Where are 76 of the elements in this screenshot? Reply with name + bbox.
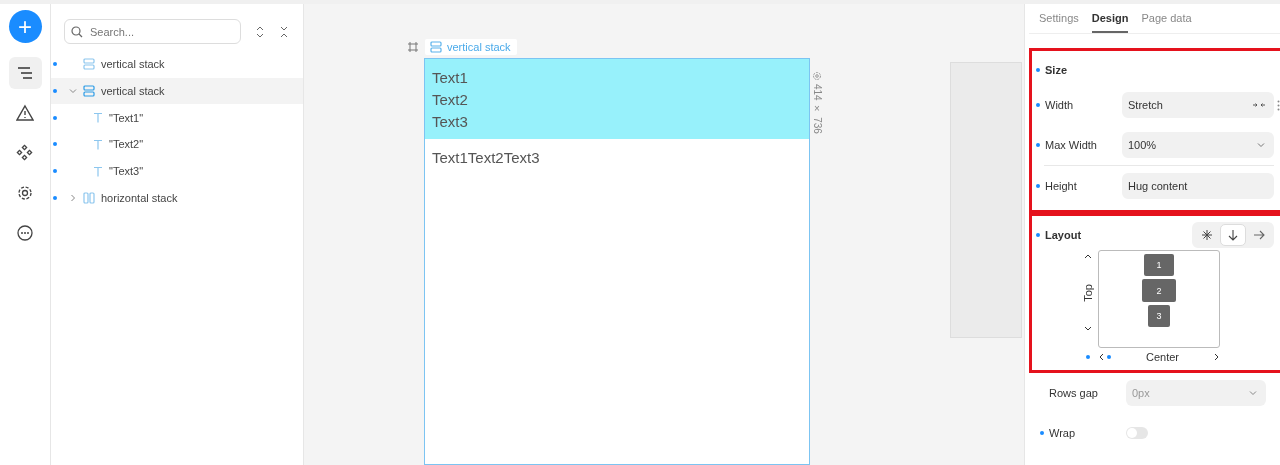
- section-title: Size: [1045, 64, 1067, 76]
- search-field[interactable]: Search...: [64, 19, 241, 44]
- section-title: Layout: [1045, 229, 1082, 241]
- text-element: Text2: [432, 90, 469, 110]
- stack-icon: [83, 58, 95, 71]
- text-icon: [93, 165, 103, 177]
- layers-icon[interactable]: [8, 57, 42, 89]
- text-element: Text1Text2Text3: [431, 148, 541, 168]
- layer-row[interactable]: "Text2": [51, 131, 303, 158]
- dot-icon: [1086, 355, 1090, 359]
- alignment-grid[interactable]: 1 2 3: [1098, 250, 1220, 348]
- layer-label: vertical stack: [101, 58, 165, 71]
- frame-icon: [408, 42, 418, 52]
- dot-icon: [1036, 233, 1040, 237]
- tab[interactable]: Settings: [1039, 12, 1079, 33]
- layout-item: 2: [1142, 279, 1176, 302]
- stretch-icon: [1253, 101, 1265, 109]
- tab[interactable]: Design: [1091, 12, 1129, 33]
- vertical-align-label: Top: [1082, 283, 1094, 302]
- select-field[interactable]: 100%: [1122, 132, 1274, 158]
- stack-icon: [83, 85, 95, 98]
- text-icon: [93, 112, 103, 124]
- layer-label: "Text1": [109, 111, 144, 124]
- caret-right-icon[interactable]: [1214, 353, 1220, 361]
- expand-all-icon[interactable]: [255, 25, 265, 38]
- search-icon: [71, 26, 83, 38]
- dot-icon: [1036, 103, 1040, 107]
- collapse-all-icon[interactable]: [279, 25, 289, 38]
- dot-icon: [1107, 355, 1111, 359]
- stack-icon: [430, 41, 442, 53]
- dot-icon: [53, 62, 57, 67]
- layer-row[interactable]: vertical stack: [51, 77, 303, 105]
- toggle-switch[interactable]: [1126, 427, 1148, 439]
- text-icon: [93, 138, 103, 150]
- dot-icon: [53, 142, 57, 147]
- text-element: Text3: [432, 112, 469, 132]
- layer-label: "Text3": [109, 165, 144, 178]
- input-field[interactable]: Stretch: [1122, 92, 1274, 118]
- caret-left-icon[interactable]: [1098, 353, 1104, 361]
- property-label: Width: [1045, 99, 1075, 111]
- property-label: Height: [1045, 180, 1078, 192]
- layer-row[interactable]: "Text3": [51, 157, 303, 185]
- gear-icon: [812, 71, 822, 81]
- caret-down-icon[interactable]: [1084, 326, 1092, 333]
- dot-icon: [1036, 143, 1040, 147]
- layer-label: horizontal stack: [101, 191, 178, 204]
- dot-icon: [1040, 431, 1044, 435]
- kebab-icon[interactable]: [1277, 99, 1280, 111]
- dot-icon: [53, 195, 57, 200]
- property-label: Rows gap: [1049, 387, 1099, 399]
- layer-row[interactable]: vertical stack: [51, 51, 303, 78]
- layer-label: "Text2": [109, 138, 144, 151]
- dot-icon: [1036, 68, 1040, 72]
- caret-up-icon[interactable]: [1084, 253, 1092, 259]
- layout-item: 1: [1144, 254, 1174, 276]
- arrow-down-icon[interactable]: [1220, 224, 1246, 246]
- selected-stack[interactable]: Text1 Text2 Text3: [425, 59, 809, 139]
- horizontal-align-label: Center: [1145, 351, 1180, 363]
- dot-icon: [53, 115, 57, 120]
- layer-row[interactable]: "Text1": [51, 104, 303, 132]
- size-label: 414 × 736: [811, 84, 823, 134]
- layer-row[interactable]: horizontal stack: [51, 184, 303, 212]
- property-label: Max Width: [1045, 139, 1098, 151]
- dot-icon: [53, 89, 57, 94]
- selection-label: vertical stack: [447, 41, 511, 53]
- layer-label: vertical stack: [101, 85, 165, 98]
- columns-icon: [83, 191, 95, 204]
- tab[interactable]: Page data: [1141, 12, 1192, 33]
- chevron-icon: [1249, 390, 1257, 396]
- layout-item: 3: [1148, 305, 1170, 327]
- dot-icon: [1036, 184, 1040, 188]
- property-label: Wrap: [1049, 427, 1077, 439]
- dot-icon: [53, 169, 57, 174]
- input-field[interactable]: Hug content: [1122, 173, 1274, 199]
- text-element: Text1: [432, 68, 469, 88]
- chevron-icon: [1257, 142, 1265, 148]
